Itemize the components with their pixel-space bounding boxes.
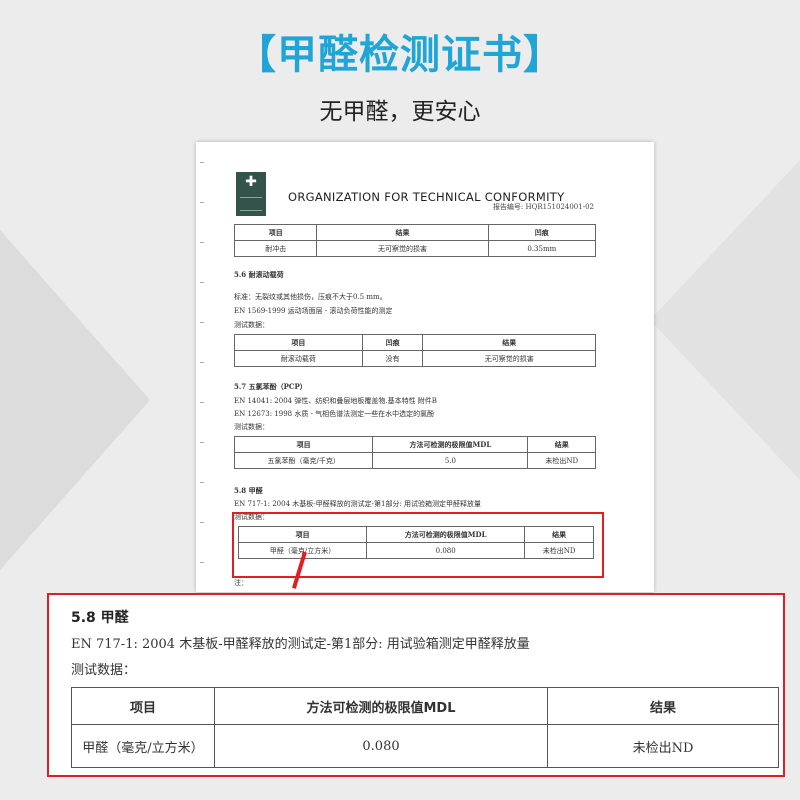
table-header: 凹痕: [487, 224, 597, 241]
table-row: 耐冲击 无可察觉的损害 0.35mm: [233, 240, 597, 257]
page-subtitle: 无甲醛，更安心: [319, 99, 481, 125]
logo-emblem-icon: ✚: [236, 172, 266, 216]
section-5-8-line: EN 717-1: 2004 木基板-甲醛释放的测试定-第1部分: 用试验箱测定…: [234, 500, 482, 508]
certificate-document: ✚ ORGANIZATION FOR TECHNICAL CONFORMITY …: [196, 142, 654, 592]
table-cell: 耐滚动载荷: [234, 350, 363, 367]
section-5-6-line: 测试数据：: [234, 321, 269, 329]
table-header: 方法可检测的极限值MDL: [372, 436, 529, 453]
margin-tick: [200, 442, 204, 443]
section-5-6-line: 标准：无裂纹或其他损伤，压痕不大于0.5 mm。: [234, 293, 387, 301]
margin-tick: [200, 522, 204, 523]
table-cell: 0.35mm: [487, 240, 597, 257]
table-cell: 甲醛（毫克/立方米）: [71, 724, 215, 768]
margin-tick: [200, 482, 204, 483]
section-5-7-line: EN 12673: 1998 水质 - 气相色谱法测定一些在水中选定的氯酚: [234, 410, 435, 418]
table-row: 五氯苯酚（毫克/千克） 5.0 未检出ND: [233, 452, 596, 469]
margin-tick: [200, 242, 204, 243]
page-title: 【甲醛检测证书】: [236, 32, 564, 78]
table-header: 结果: [316, 224, 489, 241]
section-5-8-title: 5.8 甲醛: [234, 486, 263, 495]
table-header: 项目: [234, 334, 363, 351]
section-5-6-title: 5.6 耐滚动载荷: [234, 270, 284, 279]
note-label: 注：: [234, 579, 248, 587]
table-header: 结果: [422, 334, 596, 351]
margin-tick: [200, 562, 204, 563]
pcp-table: 项目 方法可检测的极限值MDL 结果 五氯苯酚（毫克/千克） 5.0 未检出ND: [233, 436, 596, 469]
report-number: 报告编号: HQR151024001-02: [492, 203, 594, 211]
zoom-standard-line: EN 717-1: 2004 木基板-甲醛释放的测试定-第1部分: 用试验箱测定…: [71, 637, 530, 652]
margin-tick: [200, 402, 204, 403]
margin-tick: [200, 322, 204, 323]
table-header: 结果: [527, 436, 596, 453]
impact-table: 项目 结果 凹痕 耐冲击 无可察觉的损害 0.35mm: [233, 224, 597, 257]
table-cell: 无可察觉的损害: [422, 350, 596, 367]
margin-tick: [200, 162, 204, 163]
table-cell: 无可察觉的损害: [316, 240, 489, 257]
table-header: 方法可检测的极限值MDL: [214, 687, 548, 725]
section-5-7-label: 测试数据：: [234, 423, 269, 431]
table-cell: 五氯苯酚（毫克/千克）: [233, 452, 374, 469]
table-cell: 5.0: [372, 452, 529, 469]
zoom-section-title: 5.8 甲醛: [71, 610, 129, 626]
table-row: 耐滚动载荷 没有 无可察觉的损害: [234, 350, 596, 367]
margin-tick: [200, 202, 204, 203]
formaldehyde-table: 项目 方法可检测的极限值MDL 结果 甲醛（毫克/立方米） 0.080 未检出N…: [71, 687, 779, 768]
table-cell: 没有: [361, 350, 424, 367]
zoomed-excerpt: 5.8 甲醛 EN 717-1: 2004 木基板-甲醛释放的测试定-第1部分:…: [47, 593, 785, 777]
table-row: 甲醛（毫克/立方米） 0.080 未检出ND: [71, 724, 779, 768]
background-shape-right: [650, 160, 800, 480]
table-cell: 0.080: [214, 724, 548, 768]
rolling-load-table: 项目 凹痕 结果 耐滚动载荷 没有 无可察觉的损害: [234, 334, 596, 367]
table-header: 项目: [233, 224, 318, 241]
table-header: 项目: [71, 687, 215, 725]
section-5-6-line: EN 1569-1999 运动场面层 - 滚动负荷性能的测定: [234, 307, 393, 315]
margin-tick: [200, 362, 204, 363]
section-5-7-line: EN 14041: 2004 弹性、纺织和叠层地板覆盖物.基本特性 附件B: [234, 397, 437, 405]
highlight-box: [232, 512, 604, 578]
margin-tick: [200, 282, 204, 283]
table-cell: 未检出ND: [547, 724, 779, 768]
table-header: 结果: [547, 687, 779, 725]
table-header: 项目: [233, 436, 374, 453]
zoom-test-data-label: 测试数据：: [71, 663, 137, 678]
background-shape-left: [0, 230, 150, 570]
table-cell: 未检出ND: [527, 452, 596, 469]
section-5-7-title: 5.7 五氯苯酚（PCP）: [234, 382, 307, 391]
table-cell: 耐冲击: [233, 240, 318, 257]
table-header: 凹痕: [361, 334, 424, 351]
